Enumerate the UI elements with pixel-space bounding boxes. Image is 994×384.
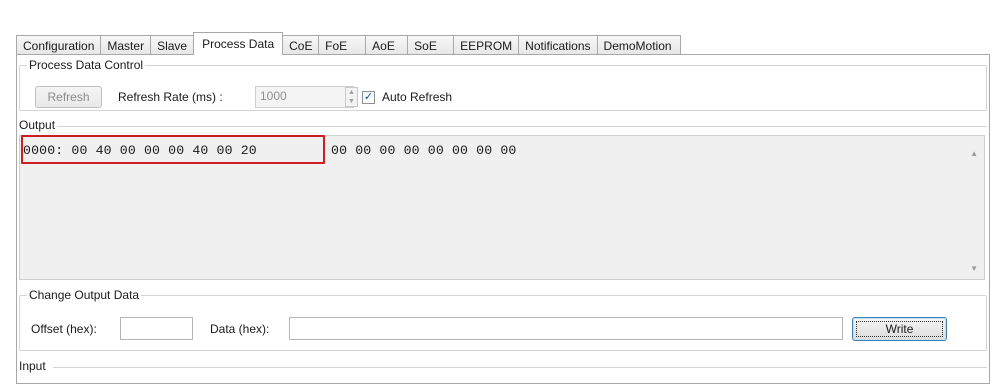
refresh-rate-input[interactable]: 1000 (255, 86, 354, 108)
tab-slave[interactable]: Slave (150, 35, 195, 55)
data-input[interactable] (289, 317, 843, 340)
change-output-data-title: Change Output Data (27, 288, 142, 302)
tab-eeprom[interactable]: EEPROM (453, 35, 520, 55)
scroll-up-icon[interactable]: ▲ (970, 149, 978, 158)
process-data-control-group: Process Data Control (19, 58, 987, 111)
input-title: Input (19, 359, 46, 373)
tab-master[interactable]: Master (100, 35, 152, 55)
tab-aoe[interactable]: AoE (365, 35, 409, 55)
data-label: Data (hex): (210, 322, 270, 336)
offset-label: Offset (hex): (31, 322, 97, 336)
output-divider (57, 126, 987, 127)
tab-strip: Configuration Master Slave Process Data … (16, 32, 681, 55)
refresh-rate-label: Refresh Rate (ms) : (118, 90, 223, 104)
tab-configuration[interactable]: Configuration (16, 35, 102, 55)
process-data-panel: Process Data Control Refresh Refresh Rat… (16, 54, 990, 384)
tab-foe[interactable]: FoE (318, 35, 367, 55)
input-divider (53, 367, 987, 368)
auto-refresh-checkbox[interactable]: ✓ (362, 91, 375, 104)
offset-input[interactable] (120, 317, 193, 340)
auto-refresh-label: Auto Refresh (382, 90, 453, 104)
process-data-control-title: Process Data Control (27, 58, 146, 72)
refresh-rate-stepper[interactable]: ▲ ▼ (345, 87, 358, 107)
stepper-up-icon[interactable]: ▲ (346, 88, 357, 97)
scroll-down-icon[interactable]: ▼ (970, 264, 978, 273)
tab-coe[interactable]: CoE (282, 35, 320, 55)
tab-demomotion[interactable]: DemoMotion (596, 35, 681, 55)
tab-notifications[interactable]: Notifications (518, 35, 598, 55)
tab-soe[interactable]: SoE (407, 35, 455, 55)
output-title: Output (19, 118, 56, 132)
output-line-rest: 00 00 00 00 00 00 00 00 (331, 143, 517, 158)
tab-process-data[interactable]: Process Data (193, 32, 284, 55)
stepper-down-icon[interactable]: ▼ (346, 97, 357, 106)
refresh-button[interactable]: Refresh (35, 86, 102, 108)
highlight-box (21, 135, 325, 164)
write-button[interactable]: Write (852, 317, 947, 341)
